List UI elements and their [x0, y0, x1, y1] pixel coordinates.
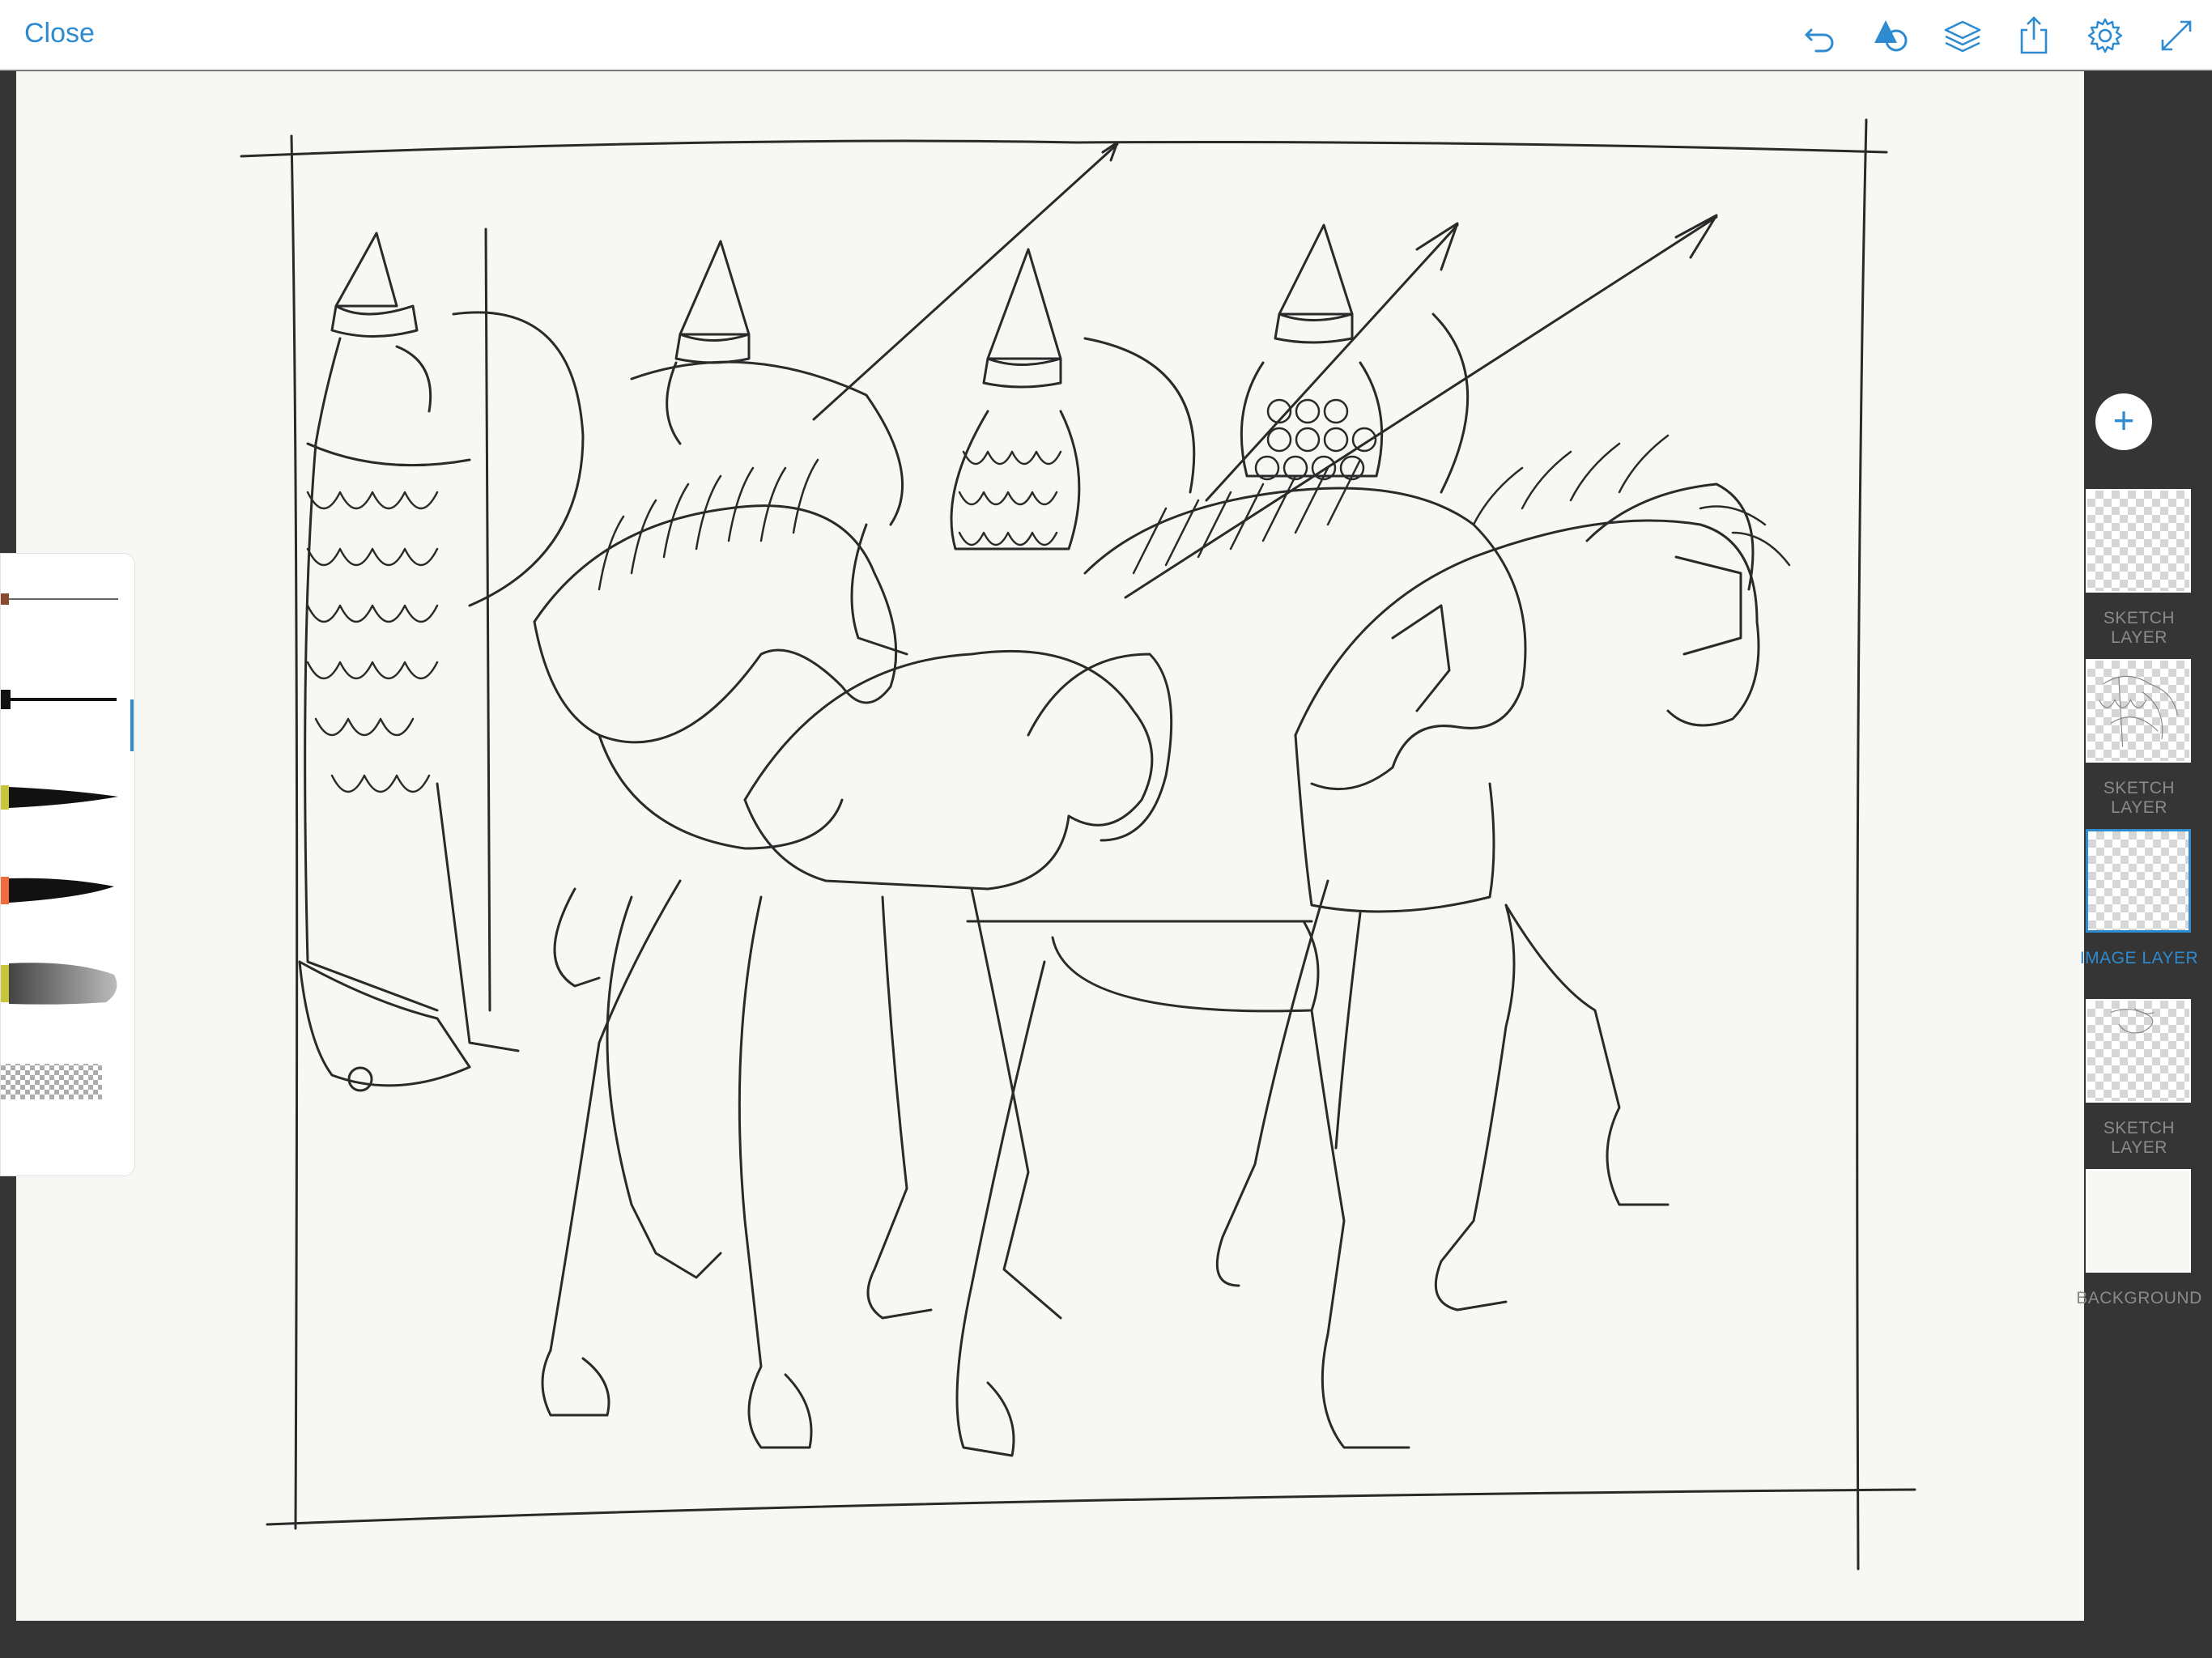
- bottom-bar: [0, 1621, 2212, 1658]
- add-layer-button[interactable]: +: [2095, 393, 2152, 450]
- close-button[interactable]: Close: [24, 18, 95, 49]
- layer-thumbnail: [2086, 659, 2191, 763]
- settings-icon[interactable]: [2081, 11, 2129, 60]
- drawing-canvas[interactable]: [16, 71, 2084, 1621]
- fine-pen-brush[interactable]: [1, 574, 122, 623]
- brush-panel: [0, 553, 135, 1176]
- layer-thumbnail: [2086, 489, 2191, 593]
- ink-brush[interactable]: [1, 772, 122, 821]
- layer-thumbnail: [2086, 1169, 2191, 1273]
- layers-panel: + SKETCH LAYER SKETCH LAYER IMAGE LAYER …: [2076, 71, 2212, 1621]
- watercolor-brush[interactable]: [1, 959, 122, 1007]
- layer-thumbnail: [2086, 999, 2191, 1103]
- line-art-drawing: [240, 118, 1916, 1571]
- round-pen-brush[interactable]: [1, 675, 122, 724]
- plus-icon: +: [2112, 399, 2135, 441]
- share-icon[interactable]: [2010, 11, 2058, 60]
- fullscreen-icon[interactable]: [2152, 11, 2201, 60]
- paint-brush[interactable]: [1, 865, 122, 914]
- shape-icon[interactable]: [1867, 11, 1916, 60]
- layer-label: SKETCH LAYER: [2103, 1119, 2176, 1157]
- layers-icon[interactable]: [1938, 11, 1987, 60]
- layer-label: SKETCH LAYER: [2103, 779, 2176, 817]
- eraser-brush[interactable]: [1, 1056, 122, 1104]
- layer-label: BACKGROUND: [2076, 1289, 2202, 1307]
- undo-icon[interactable]: [1796, 11, 1844, 60]
- top-toolbar: Close: [0, 0, 2212, 70]
- layer-thumbnail: [2086, 829, 2191, 933]
- selected-brush-indicator: [130, 699, 134, 751]
- layer-label: IMAGE LAYER: [2079, 949, 2199, 967]
- layer-label: SKETCH LAYER: [2103, 609, 2176, 647]
